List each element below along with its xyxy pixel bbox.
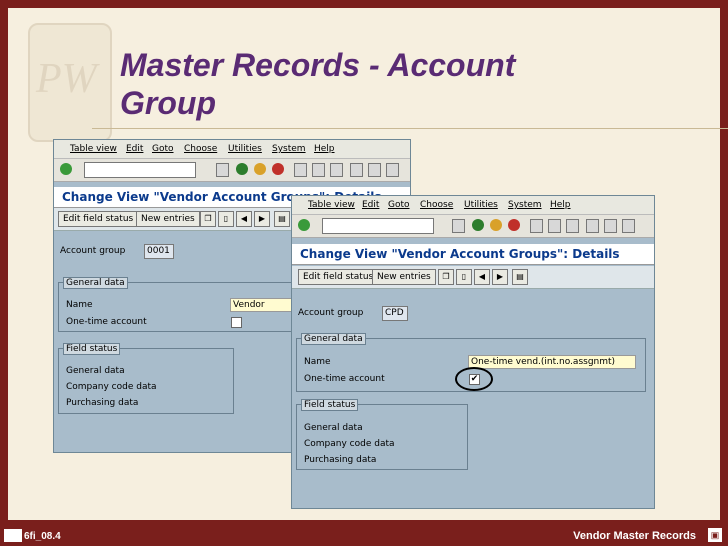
command-field[interactable] [322,218,434,234]
name-label: Name [304,357,331,367]
account-group-field: 0001 [144,244,174,259]
menu-choose[interactable]: Choose [184,144,217,154]
menu-goto[interactable]: Goto [152,144,174,154]
logo-text: PW [36,56,97,102]
field-status-general-data[interactable]: General data [66,366,125,376]
find-next-icon[interactable] [566,219,579,233]
name-input[interactable]: One-time vend.(int.no.assgnmt) [468,355,636,369]
slide-title: Master Records - Account Group [120,47,516,121]
slide-icon [4,529,22,542]
prev-page-icon[interactable] [604,219,617,233]
account-group-field: CPD [382,306,408,321]
next-page-icon[interactable] [386,163,399,177]
print-list-icon[interactable]: ▤ [274,211,290,227]
pw-logo: PW [28,23,112,142]
find-icon[interactable] [548,219,561,233]
menu-system[interactable]: System [508,200,542,210]
edit-field-status-button[interactable]: Edit field status [298,269,379,285]
footer-title: Vendor Master Records [573,530,696,542]
account-group-label: Account group [60,246,126,256]
find-next-icon[interactable] [330,163,343,177]
new-entries-button[interactable]: New entries [372,269,436,285]
print-list-icon[interactable]: ▤ [512,269,528,285]
menu-bar: Table view Edit Goto Choose Utilities Sy… [292,196,654,215]
general-data-title: General data [301,333,366,345]
field-status-title: Field status [301,399,359,411]
first-page-icon[interactable] [350,163,363,177]
field-status-purchasing-data[interactable]: Purchasing data [304,455,376,465]
field-status-company-code-data[interactable]: Company code data [66,382,157,392]
copy-icon[interactable]: ❐ [200,211,216,227]
general-data-title: General data [63,277,128,289]
menu-table-view[interactable]: Table view [308,200,355,210]
menu-edit[interactable]: Edit [126,144,143,154]
menu-goto[interactable]: Goto [388,200,410,210]
one-time-account-label: One-time account [66,317,147,327]
back-icon[interactable] [472,219,484,231]
prev-page-icon[interactable] [368,163,381,177]
slide-code: 6fi_08.4 [24,531,61,542]
one-time-account-checkbox[interactable] [231,317,242,328]
menu-help[interactable]: Help [314,144,335,154]
enter-icon[interactable] [298,219,310,231]
delete-icon[interactable]: ▯ [218,211,234,227]
menu-utilities[interactable]: Utilities [464,200,498,210]
prev-entry-icon[interactable]: ◀ [236,211,252,227]
one-time-account-label: One-time account [304,374,385,384]
field-status-purchasing-data[interactable]: Purchasing data [66,398,138,408]
menu-bar: Table view Edit Goto Choose Utilities Sy… [54,140,410,159]
highlight-circle [455,367,493,391]
back-icon[interactable] [236,163,248,175]
print-icon[interactable] [530,219,543,233]
new-entries-button[interactable]: New entries [136,211,200,227]
menu-table-view[interactable]: Table view [70,144,117,154]
standard-toolbar [292,215,654,238]
menu-help[interactable]: Help [550,200,571,210]
next-page-icon[interactable] [622,219,635,233]
save-icon[interactable] [216,163,229,177]
next-entry-icon[interactable]: ▶ [254,211,270,227]
delete-icon[interactable]: ▯ [456,269,472,285]
standard-toolbar [54,159,410,182]
account-group-label: Account group [298,308,364,318]
save-icon[interactable] [452,219,465,233]
screen-title: Change View "Vendor Account Groups": Det… [292,244,654,265]
slide: PW Master Records - Account Group ERS Ta… [8,8,728,520]
exit-icon[interactable] [254,163,266,175]
exit-icon[interactable] [490,219,502,231]
menu-edit[interactable]: Edit [362,200,379,210]
prev-entry-icon[interactable]: ◀ [474,269,490,285]
next-entry-icon[interactable]: ▶ [492,269,508,285]
command-field[interactable] [84,162,196,178]
footer-logo-icon: ▣ [708,528,722,542]
field-status-company-code-data[interactable]: Company code data [304,439,395,449]
cancel-icon[interactable] [272,163,284,175]
find-icon[interactable] [312,163,325,177]
first-page-icon[interactable] [586,219,599,233]
field-status-general-data[interactable]: General data [304,423,363,433]
menu-system[interactable]: System [272,144,306,154]
menu-utilities[interactable]: Utilities [228,144,262,154]
sap-window-front: Table view Edit Goto Choose Utilities Sy… [291,195,655,509]
field-status-title: Field status [63,343,121,355]
print-icon[interactable] [294,163,307,177]
enter-icon[interactable] [60,163,72,175]
cancel-icon[interactable] [508,219,520,231]
edit-field-status-button[interactable]: Edit field status [58,211,139,227]
title-divider [92,128,728,129]
footer: 6fi_08.4 Vendor Master Records ▣ [0,526,728,546]
copy-icon[interactable]: ❐ [438,269,454,285]
name-label: Name [66,300,93,310]
menu-choose[interactable]: Choose [420,200,453,210]
application-toolbar: Edit field status New entries ❐ ▯ ◀ ▶ ▤ [292,266,654,289]
